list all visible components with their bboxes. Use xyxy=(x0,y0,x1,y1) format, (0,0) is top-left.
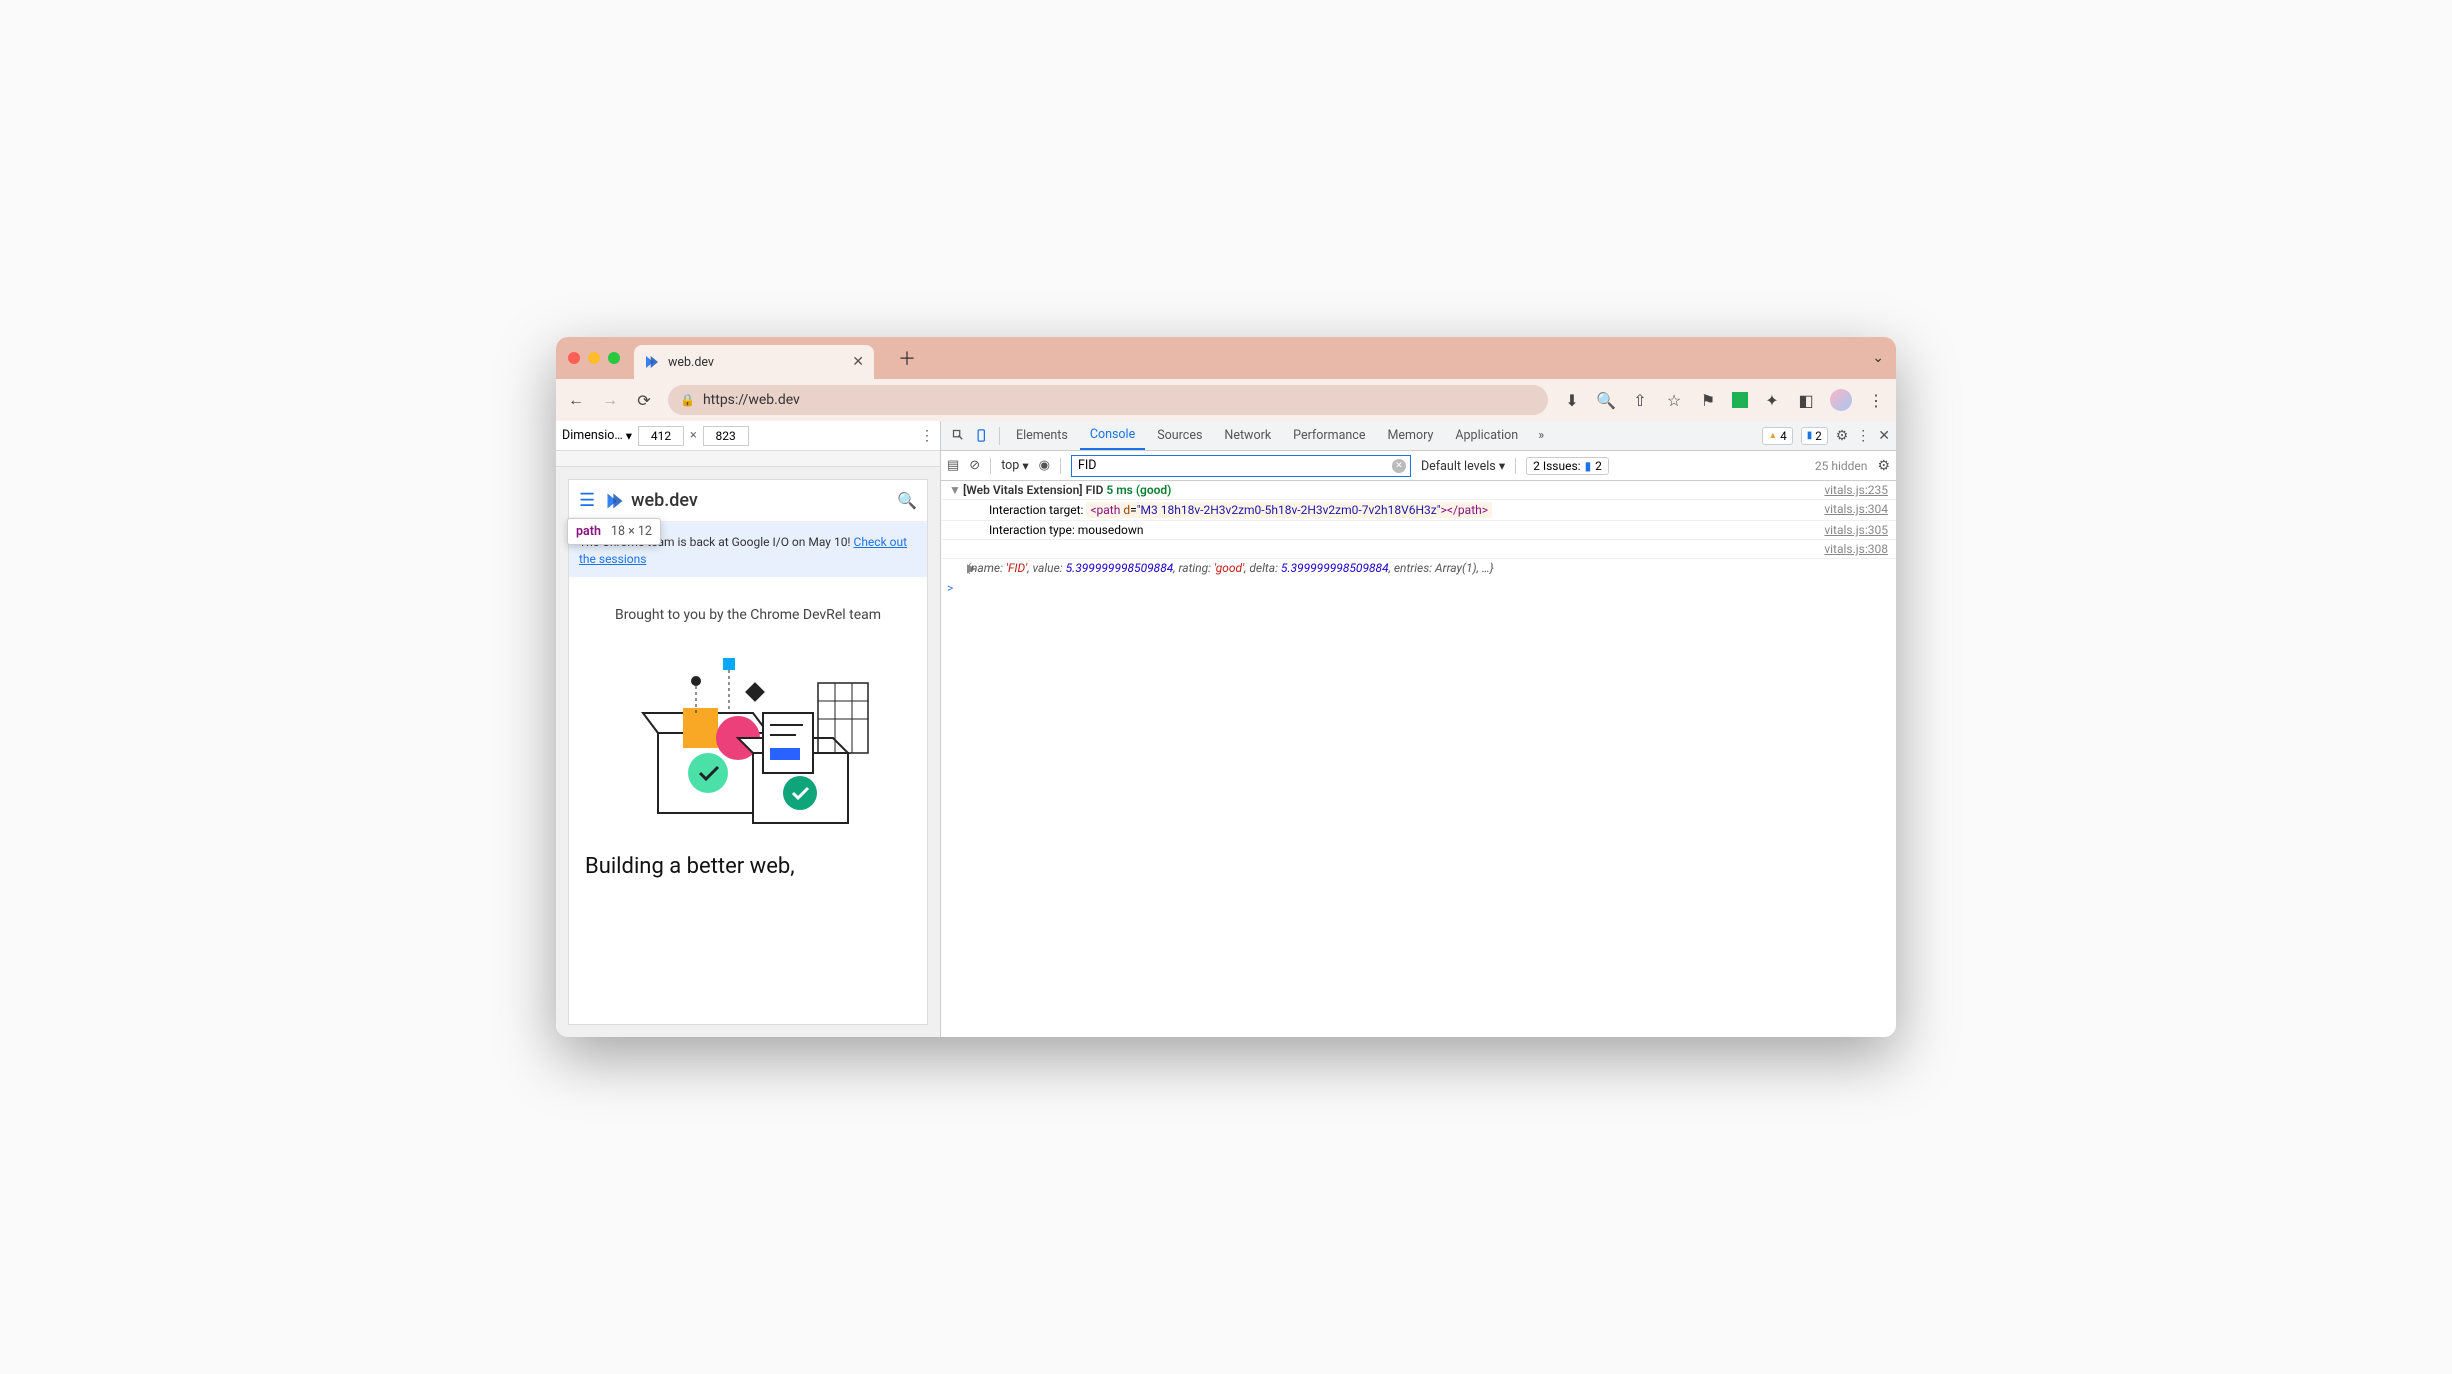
site-name: web.dev xyxy=(631,490,698,511)
toolbar-right: ⬇ 🔍 ⇧ ☆ ⚑ ✦ ◧ ⋮ xyxy=(1562,389,1886,411)
webdev-mark-icon xyxy=(605,491,625,511)
inspect-element-icon[interactable] xyxy=(947,428,969,443)
clear-console-icon[interactable]: ⊘ xyxy=(969,458,980,473)
clear-filter-icon[interactable]: ✕ xyxy=(1392,459,1406,473)
main-area: Dimensio… ▾ × ⋮ ☰ web.dev 🔍 xyxy=(556,421,1896,1037)
share-icon[interactable]: ⇧ xyxy=(1630,390,1650,410)
url-input[interactable]: 🔒 https://web.dev xyxy=(668,385,1548,415)
close-window-button[interactable] xyxy=(568,352,580,364)
tab-close-icon[interactable]: ✕ xyxy=(852,354,864,370)
chrome-menu-icon[interactable]: ⋮ xyxy=(1866,390,1886,410)
device-viewport-pane: Dimensio… ▾ × ⋮ ☰ web.dev 🔍 xyxy=(556,421,941,1037)
dimension-separator: × xyxy=(690,428,697,443)
tab-strip: web.dev ✕ ＋ ⌄ xyxy=(556,337,1896,379)
console-prompt[interactable]: > xyxy=(941,577,1896,599)
sidepanel-icon[interactable]: ◧ xyxy=(1796,390,1816,410)
brought-by-text: Brought to you by the Chrome DevRel team xyxy=(569,577,927,633)
url-text: https://web.dev xyxy=(703,392,800,408)
hidden-messages[interactable]: 25 hidden xyxy=(1815,459,1868,473)
width-input[interactable] xyxy=(638,426,684,446)
tooltip-size: 18 × 12 xyxy=(611,524,652,539)
address-bar: ← → ⟳ 🔒 https://web.dev ⬇ 🔍 ⇧ ☆ ⚑ ✦ ◧ ⋮ xyxy=(556,379,1896,421)
tab-network[interactable]: Network xyxy=(1214,421,1281,450)
context-selector[interactable]: top ▾ xyxy=(1001,458,1028,474)
tooltip-tag: path xyxy=(576,524,601,539)
tab-overflow-icon[interactable]: ⌄ xyxy=(1872,350,1884,366)
profile-avatar[interactable] xyxy=(1830,389,1852,411)
tab-sources[interactable]: Sources xyxy=(1147,421,1212,450)
log-levels-selector[interactable]: Default levels ▾ xyxy=(1421,458,1505,474)
tab-title: web.dev xyxy=(668,355,844,370)
expand-arrow-icon[interactable]: ▶ xyxy=(949,561,967,575)
log-line-link-only: vitals.js:308 xyxy=(941,540,1896,559)
issues-button[interactable]: 2 Issues: ▮ 2 xyxy=(1526,457,1609,475)
devtools-settings-icon[interactable]: ⚙ xyxy=(1836,428,1849,444)
lock-icon: 🔒 xyxy=(680,393,695,407)
mobile-page: ☰ web.dev 🔍 path 18 × 12 xyxy=(568,479,928,1025)
console-output: ▼ [Web Vitals Extension] FID 5 ms (good)… xyxy=(941,481,1896,1037)
site-logo[interactable]: web.dev xyxy=(605,490,698,511)
device-toggle-icon[interactable] xyxy=(971,428,993,443)
browser-tab[interactable]: web.dev ✕ xyxy=(634,345,874,379)
tab-elements[interactable]: Elements xyxy=(1006,421,1078,450)
element-preview[interactable]: <path d="M3 18h18v-2H3v2zm0-5h18v-2H3v2z… xyxy=(1086,502,1492,518)
source-link[interactable]: vitals.js:235 xyxy=(1814,483,1888,497)
boxes-illustration-icon xyxy=(608,643,888,843)
webdev-favicon-icon xyxy=(644,354,660,370)
tab-application[interactable]: Application xyxy=(1445,421,1528,450)
console-toolbar: ▤ ⊘ top ▾ ◉ ✕ Default levels ▾ 2 Issues:… xyxy=(941,451,1896,481)
source-link[interactable]: vitals.js:308 xyxy=(1814,542,1888,556)
height-input[interactable] xyxy=(703,426,749,446)
dimensions-toolbar: Dimensio… ▾ × ⋮ xyxy=(556,421,940,451)
tab-console[interactable]: Console xyxy=(1080,421,1145,450)
flag-icon[interactable]: ⚑ xyxy=(1698,390,1718,410)
maximize-window-button[interactable] xyxy=(608,352,620,364)
devtools-pane: Elements Console Sources Network Perform… xyxy=(941,421,1896,1037)
back-button[interactable]: ← xyxy=(566,390,586,410)
tab-memory[interactable]: Memory xyxy=(1377,421,1443,450)
bookmark-icon[interactable]: ☆ xyxy=(1664,390,1684,410)
window-controls xyxy=(568,352,620,364)
warnings-badge[interactable]: 4 xyxy=(1762,427,1792,445)
browser-window: web.dev ✕ ＋ ⌄ ← → ⟳ 🔒 https://web.dev ⬇ … xyxy=(556,337,1896,1037)
hero-illustration xyxy=(569,633,927,853)
devtools-close-icon[interactable]: ✕ xyxy=(1878,428,1890,444)
ruler xyxy=(556,451,940,467)
menu-icon[interactable]: ☰ xyxy=(579,490,595,511)
zoom-icon[interactable]: 🔍 xyxy=(1596,390,1616,410)
downloads-icon[interactable]: ⬇ xyxy=(1562,390,1582,410)
devtools-tabbar: Elements Console Sources Network Perform… xyxy=(941,421,1896,451)
emulated-viewport: ☰ web.dev 🔍 path 18 × 12 xyxy=(556,467,940,1037)
source-link[interactable]: vitals.js:305 xyxy=(1814,523,1888,537)
dimensions-dropdown[interactable]: Dimensio… ▾ xyxy=(562,428,632,444)
console-sidebar-toggle-icon[interactable]: ▤ xyxy=(947,458,959,473)
device-more-icon[interactable]: ⋮ xyxy=(920,428,934,444)
element-inspect-tooltip: path 18 × 12 xyxy=(567,518,661,545)
site-header: ☰ web.dev 🔍 xyxy=(569,480,927,522)
log-group-header[interactable]: ▼ [Web Vitals Extension] FID 5 ms (good)… xyxy=(941,481,1896,500)
source-link[interactable]: vitals.js:304 xyxy=(1814,502,1888,518)
log-line-type: Interaction type: mousedown vitals.js:30… xyxy=(941,521,1896,540)
console-settings-icon[interactable]: ⚙ xyxy=(1877,458,1890,474)
hero-headline: Building a better web, xyxy=(569,853,927,892)
forward-button[interactable]: → xyxy=(600,390,620,410)
tabs-overflow-icon[interactable]: » xyxy=(1530,428,1552,443)
new-tab-button[interactable]: ＋ xyxy=(898,345,916,371)
live-expression-icon[interactable]: ◉ xyxy=(1039,458,1050,473)
tab-performance[interactable]: Performance xyxy=(1283,421,1375,450)
log-line-target: Interaction target: <path d="M3 18h18v-2… xyxy=(941,500,1896,521)
search-icon[interactable]: 🔍 xyxy=(897,491,917,510)
reload-button[interactable]: ⟳ xyxy=(634,390,654,410)
extensions-puzzle-icon[interactable]: ✦ xyxy=(1762,390,1782,410)
minimize-window-button[interactable] xyxy=(588,352,600,364)
devtools-menu-icon[interactable]: ⋮ xyxy=(1856,428,1870,444)
extension-icon[interactable] xyxy=(1732,392,1748,408)
info-badge[interactable]: 2 xyxy=(1801,427,1828,445)
filter-input-wrap: ✕ xyxy=(1071,455,1411,477)
expand-arrow-icon[interactable]: ▼ xyxy=(949,483,963,497)
log-object[interactable]: ▶ {name: 'FID', value: 5.399999998509884… xyxy=(941,559,1896,577)
console-filter-input[interactable] xyxy=(1071,455,1411,477)
